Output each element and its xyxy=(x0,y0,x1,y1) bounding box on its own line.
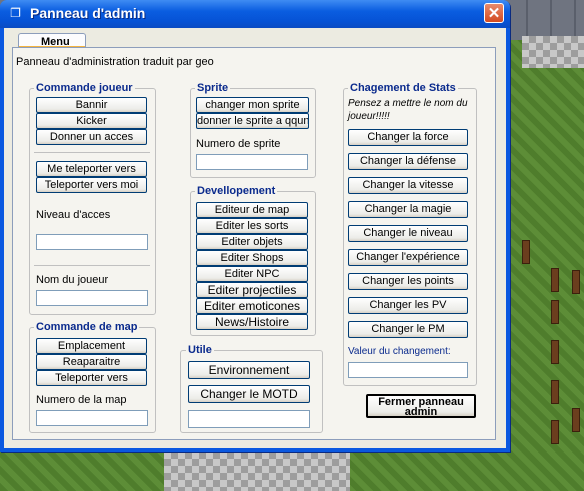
fermer-panneau-button[interactable]: Fermer panneau admin xyxy=(366,394,476,418)
group-title-developpement: Devellopement xyxy=(195,185,278,197)
stone-path xyxy=(164,452,350,491)
fence-post xyxy=(551,300,559,324)
fence-post xyxy=(572,270,580,294)
fence-post xyxy=(551,420,559,444)
teleporter-vers-button[interactable]: Teleporter vers xyxy=(36,370,147,386)
environnement-button[interactable]: Environnement xyxy=(188,361,310,379)
donner-sprite-button[interactable]: donner le sprite a qqun xyxy=(196,113,309,129)
numero-map-label: Numero de la map xyxy=(36,394,127,406)
niveau-acces-field[interactable] xyxy=(36,234,148,250)
separator xyxy=(34,152,150,153)
changer-magie-button[interactable]: Changer la magie xyxy=(348,201,468,218)
emplacement-button[interactable]: Emplacement xyxy=(36,338,147,354)
numero-sprite-label: Numero de sprite xyxy=(196,138,281,150)
nom-joueur-label: Nom du joueur xyxy=(36,274,109,286)
valeur-changement-field[interactable] xyxy=(348,362,468,378)
group-title-utile: Utile xyxy=(186,344,214,356)
changer-points-button[interactable]: Changer les points xyxy=(348,273,468,290)
changer-pm-button[interactable]: Changer le PM xyxy=(348,321,468,338)
fence-post xyxy=(551,268,559,292)
window-title: Panneau d'admin xyxy=(30,5,146,21)
changer-pv-button[interactable]: Changer les PV xyxy=(348,297,468,314)
group-title-commande-joueur: Commande joueur xyxy=(34,82,135,94)
group-title-stats: Chagement de Stats xyxy=(348,82,458,94)
me-teleporter-button[interactable]: Me teleporter vers xyxy=(36,161,147,177)
panel-subtitle: Panneau d'administration traduit par geo xyxy=(16,56,214,68)
donner-acces-button[interactable]: Donner un acces xyxy=(36,129,147,145)
changer-force-button[interactable]: Changer la force xyxy=(348,129,468,146)
fence-post xyxy=(572,408,580,432)
editeur-map-button[interactable]: Editeur de map xyxy=(196,202,308,218)
motd-field[interactable] xyxy=(188,410,310,428)
numero-map-field[interactable] xyxy=(36,410,148,426)
fence-post xyxy=(551,340,559,364)
changer-niveau-button[interactable]: Changer le niveau xyxy=(348,225,468,242)
editer-sorts-button[interactable]: Editer les sorts xyxy=(196,218,308,234)
bannir-button[interactable]: Bannir xyxy=(36,97,147,113)
group-title-commande-map: Commande de map xyxy=(34,321,140,333)
fence-post xyxy=(551,380,559,404)
editer-objets-button[interactable]: Editer objets xyxy=(196,234,308,250)
changer-experience-button[interactable]: Changer l'expérience xyxy=(348,249,468,266)
reaparaitre-button[interactable]: Reaparaitre xyxy=(36,354,147,370)
window-icon: ❐ xyxy=(10,6,21,20)
editer-emoticones-button[interactable]: Editer emoticones xyxy=(196,298,308,314)
kicker-button[interactable]: Kicker xyxy=(36,113,147,129)
changer-vitesse-button[interactable]: Changer la vitesse xyxy=(348,177,468,194)
tab-menu[interactable]: Menu xyxy=(18,33,86,48)
niveau-acces-label: Niveau d'acces xyxy=(36,209,111,221)
close-button[interactable]: ✕ xyxy=(484,3,504,23)
editer-npc-button[interactable]: Editer NPC xyxy=(196,266,308,282)
separator xyxy=(34,265,150,266)
editer-shops-button[interactable]: Editer Shops xyxy=(196,250,308,266)
valeur-changement-label: Valeur du changement: xyxy=(348,346,451,357)
changer-motd-button[interactable]: Changer le MOTD xyxy=(188,385,310,403)
stone-path-right xyxy=(522,36,584,68)
changer-defense-button[interactable]: Changer la défense xyxy=(348,153,468,170)
teleporter-vers-moi-button[interactable]: Teleporter vers moi xyxy=(36,177,147,193)
stats-note: Pensez a mettre le nom du joueur!!!!! xyxy=(348,98,468,122)
changer-sprite-button[interactable]: changer mon sprite xyxy=(196,97,309,113)
title-bar[interactable]: ❐ Panneau d'admin ✕ xyxy=(0,0,510,28)
fence-post xyxy=(522,240,530,264)
nom-joueur-field[interactable] xyxy=(36,290,148,306)
group-title-sprite: Sprite xyxy=(195,82,231,94)
news-histoire-button[interactable]: News/Histoire xyxy=(196,314,308,330)
editer-projectiles-button[interactable]: Editer projectiles xyxy=(196,282,308,298)
numero-sprite-field[interactable] xyxy=(196,154,308,170)
